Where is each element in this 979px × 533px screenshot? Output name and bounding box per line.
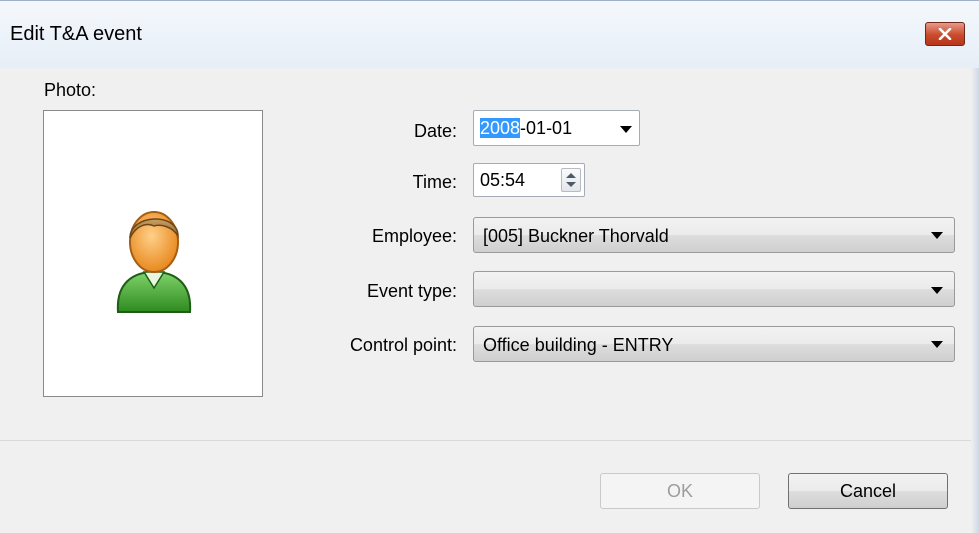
date-value: 2008-01-01 bbox=[480, 118, 573, 138]
time-value: 05:54 bbox=[480, 170, 526, 190]
time-label: Time: bbox=[412, 172, 457, 192]
title-bar: Edit T&A event bbox=[0, 0, 979, 68]
spin-down-icon bbox=[566, 182, 576, 187]
chevron-down-icon bbox=[931, 287, 943, 294]
spinner-arrows-icon[interactable] bbox=[561, 168, 581, 192]
control-point-label: Control point: bbox=[349, 335, 457, 355]
ok-button[interactable]: OK bbox=[600, 473, 760, 509]
chevron-down-icon bbox=[931, 232, 943, 239]
date-label: Date: bbox=[413, 121, 457, 141]
close-button[interactable] bbox=[925, 22, 965, 46]
window-title: Edit T&A event bbox=[10, 23, 142, 45]
date-picker[interactable]: 2008-01-01 bbox=[473, 110, 640, 146]
close-x-icon bbox=[938, 28, 952, 40]
control-point-dropdown[interactable]: Office building - ENTRY bbox=[473, 326, 955, 362]
spin-up-icon bbox=[566, 173, 576, 178]
chevron-down-icon bbox=[931, 341, 943, 348]
control-point-value: Office building - ENTRY bbox=[483, 335, 674, 355]
photo-label: Photo: bbox=[44, 80, 97, 100]
time-field[interactable]: 05:54 bbox=[473, 163, 585, 197]
cancel-button[interactable]: Cancel bbox=[788, 473, 948, 509]
chevron-down-icon[interactable] bbox=[620, 126, 632, 133]
employee-value: [005] Buckner Thorvald bbox=[483, 226, 669, 246]
window-border bbox=[971, 68, 979, 533]
event-type-dropdown[interactable] bbox=[473, 271, 955, 307]
event-type-label: Event type: bbox=[366, 281, 457, 301]
employee-dropdown[interactable]: [005] Buckner Thorvald bbox=[473, 217, 955, 253]
employee-label: Employee: bbox=[371, 226, 457, 246]
